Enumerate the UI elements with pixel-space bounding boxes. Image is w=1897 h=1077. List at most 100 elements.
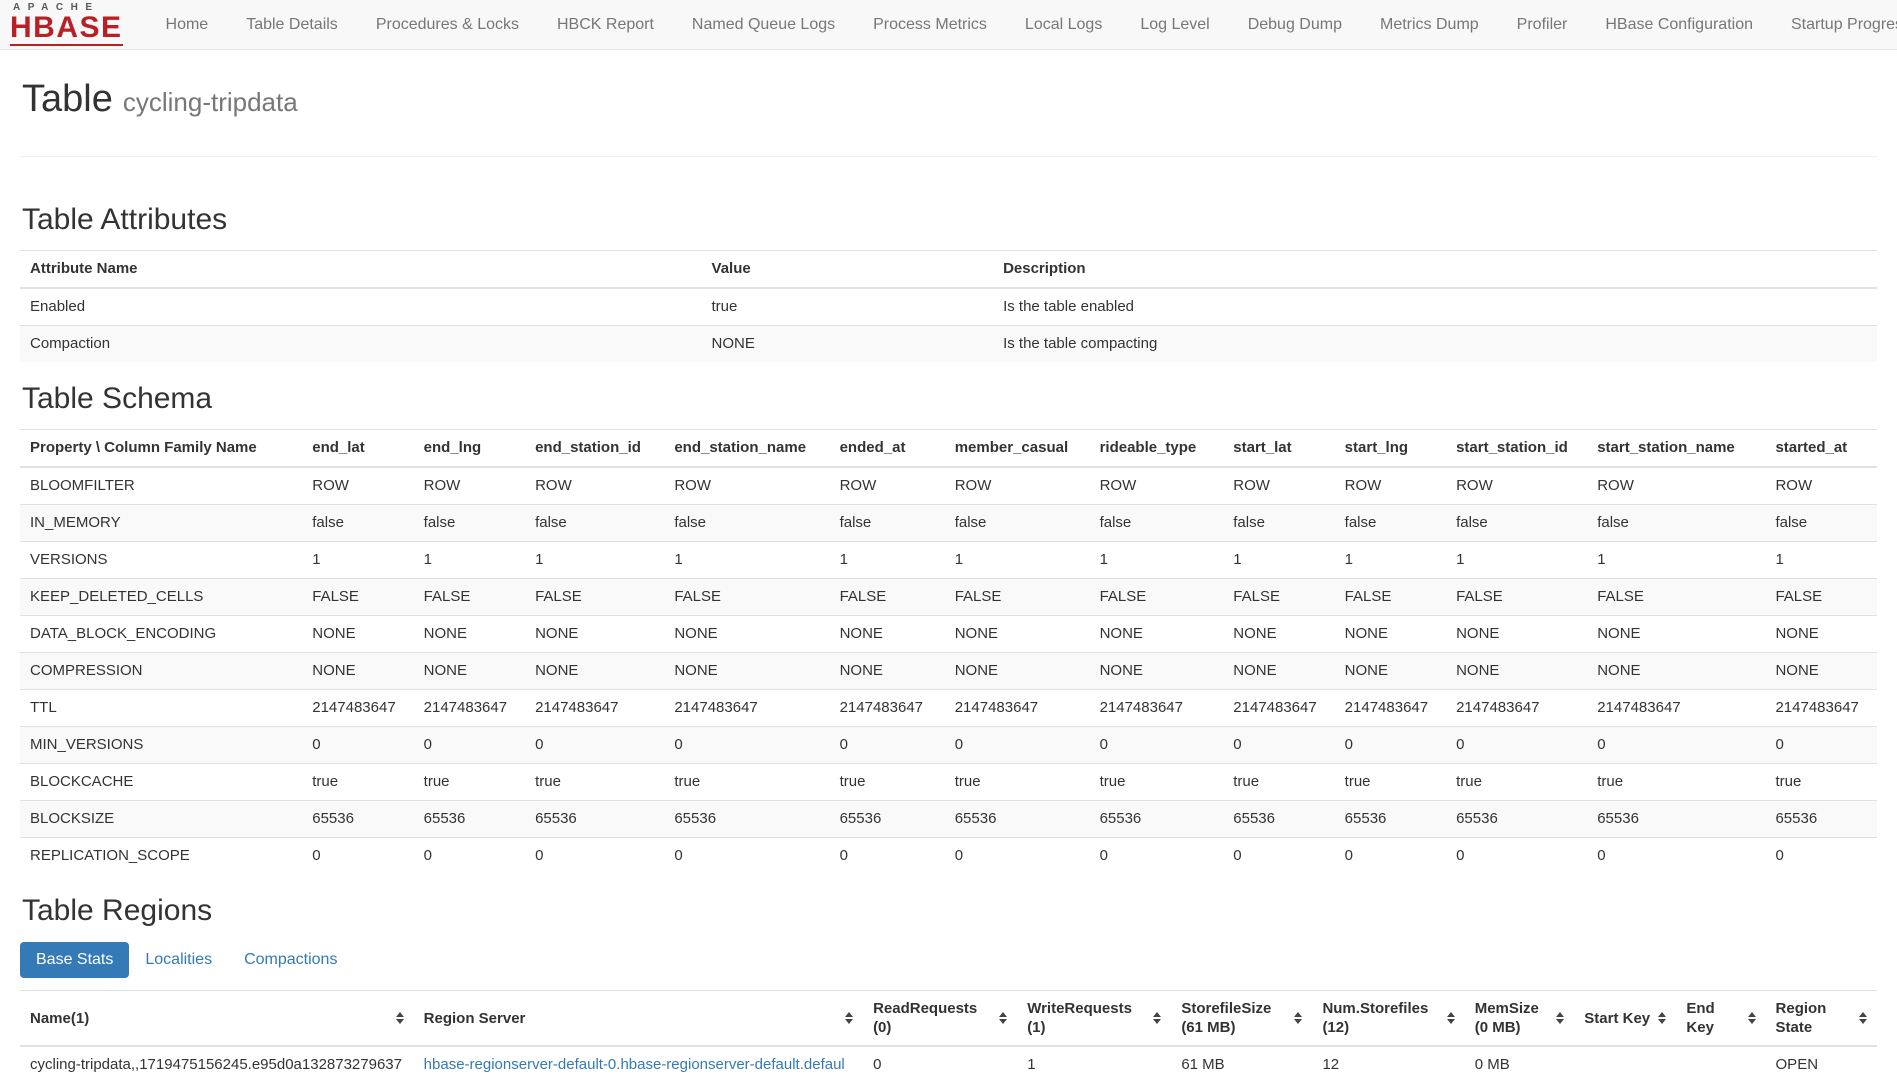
nav-item-table-details[interactable]: Table Details	[227, 0, 357, 49]
schema-value-member-casual: true	[945, 764, 1090, 801]
tab-localities[interactable]: Localities	[129, 942, 228, 978]
regions-col-label: Start Key	[1584, 1009, 1650, 1028]
region-server-link[interactable]: hbase-regionserver-default-0.hbase-regio…	[424, 1056, 845, 1077]
table-row: TTL2147483647214748364721474836472147483…	[20, 690, 1877, 727]
schema-value-end-lng: 1	[414, 542, 525, 579]
nav-menu: HomeTable DetailsProcedures & LocksHBCK …	[147, 0, 1897, 49]
attribute-cell-value: NONE	[702, 326, 994, 363]
regions-col-wrap: Start Key	[1584, 999, 1666, 1037]
schema-value-started-at: ROW	[1765, 467, 1877, 505]
schema-value-start-station-name: 1	[1587, 542, 1765, 579]
sort-icon[interactable]	[845, 1012, 853, 1024]
schema-value-end-lat: FALSE	[302, 579, 413, 616]
schema-property-name: KEEP_DELETED_CELLS	[20, 579, 302, 616]
nav-item-log-level[interactable]: Log Level	[1121, 0, 1228, 49]
regions-col-wrap: Region State	[1776, 999, 1867, 1037]
nav-item-hbase-configuration[interactable]: HBase Configuration	[1586, 0, 1772, 49]
tab-compactions[interactable]: Compactions	[228, 942, 353, 978]
regions-col-start-key: Start Key	[1574, 991, 1676, 1047]
nav-item-profiler[interactable]: Profiler	[1498, 0, 1587, 49]
nav-item-debug-dump[interactable]: Debug Dump	[1229, 0, 1361, 49]
write-requests-cell: 1	[1017, 1046, 1171, 1077]
schema-value-start-station-id: NONE	[1446, 653, 1587, 690]
nav-item-local-logs[interactable]: Local Logs	[1006, 0, 1121, 49]
schema-value-start-station-id: FALSE	[1446, 579, 1587, 616]
schema-value-end-lat: true	[302, 764, 413, 801]
nav-item-process-metrics[interactable]: Process Metrics	[854, 0, 1006, 49]
sort-icon[interactable]	[1447, 1012, 1455, 1024]
schema-value-ended-at: 0	[830, 727, 945, 764]
num-storefiles-cell: 12	[1312, 1046, 1464, 1077]
schema-value-start-lng: 2147483647	[1335, 690, 1446, 727]
regions-col-label: ReadRequests (0)	[873, 999, 995, 1037]
schema-value-member-casual: 65536	[945, 801, 1090, 838]
attribute-cell-value: true	[702, 288, 994, 326]
sort-icon[interactable]	[1556, 1012, 1564, 1024]
nav-item-metrics-dump[interactable]: Metrics Dump	[1361, 0, 1498, 49]
logo-underline	[10, 44, 123, 46]
schema-family-end-lng: end_lng	[414, 430, 525, 468]
schema-value-end-lng: 0	[414, 727, 525, 764]
schema-table: Property \ Column Family Nameend_latend_…	[20, 429, 1877, 874]
schema-value-end-station-name: ROW	[664, 467, 829, 505]
nav-item-home[interactable]: Home	[147, 0, 228, 49]
schema-value-rideable-type: 65536	[1090, 801, 1224, 838]
regions-heading: Table Regions	[22, 894, 1877, 928]
schema-value-ended-at: NONE	[830, 653, 945, 690]
schema-value-start-lat: 65536	[1223, 801, 1334, 838]
schema-value-end-station-id: 0	[525, 838, 664, 875]
nav-item-startup-progress[interactable]: Startup Progress	[1772, 0, 1897, 49]
regions-col-region-server: Region Server	[414, 991, 863, 1047]
schema-value-end-lng: 2147483647	[414, 690, 525, 727]
schema-value-started-at: NONE	[1765, 653, 1877, 690]
schema-value-start-lng: 65536	[1335, 801, 1446, 838]
schema-property-name: COMPRESSION	[20, 653, 302, 690]
sort-down-arrow	[845, 1019, 853, 1024]
schema-value-end-station-id: 0	[525, 727, 664, 764]
schema-value-start-lng: 1	[1335, 542, 1446, 579]
sort-icon[interactable]	[1153, 1012, 1161, 1024]
schema-family-end-lat: end_lat	[302, 430, 413, 468]
nav-item-named-queue-logs[interactable]: Named Queue Logs	[673, 0, 854, 49]
schema-family-start-station-id: start_station_id	[1446, 430, 1587, 468]
sort-icon[interactable]	[1658, 1012, 1666, 1024]
regions-col-wrap: Num.Storefiles (12)	[1322, 999, 1454, 1037]
regions-col-label: MemSize (0 MB)	[1475, 999, 1553, 1037]
schema-value-start-station-id: ROW	[1446, 467, 1587, 505]
schema-value-start-station-id: NONE	[1446, 616, 1587, 653]
schema-value-end-lng: 65536	[414, 801, 525, 838]
schema-family-start-lng: start_lng	[1335, 430, 1446, 468]
schema-value-started-at: NONE	[1765, 616, 1877, 653]
page-title: Tablecycling-tripdata	[22, 76, 1877, 125]
schema-value-end-lng: ROW	[414, 467, 525, 505]
schema-value-start-station-id: 2147483647	[1446, 690, 1587, 727]
schema-value-end-station-name: 65536	[664, 801, 829, 838]
schema-value-end-station-name: false	[664, 505, 829, 542]
table-row: MIN_VERSIONS000000000000	[20, 727, 1877, 764]
schema-value-end-station-id: true	[525, 764, 664, 801]
schema-value-end-lat: 0	[302, 727, 413, 764]
schema-value-start-lat: 2147483647	[1223, 690, 1334, 727]
sort-icon[interactable]	[1748, 1012, 1756, 1024]
schema-value-end-lng: true	[414, 764, 525, 801]
sort-icon[interactable]	[1294, 1012, 1302, 1024]
sort-icon[interactable]	[1859, 1012, 1867, 1024]
sort-icon[interactable]	[396, 1012, 404, 1024]
regions-col-wrap: MemSize (0 MB)	[1475, 999, 1565, 1037]
schema-value-start-station-name: NONE	[1587, 616, 1765, 653]
schema-value-end-station-name: NONE	[664, 653, 829, 690]
tab-base-stats[interactable]: Base Stats	[20, 942, 129, 978]
schema-property-name: VERSIONS	[20, 542, 302, 579]
schema-value-member-casual: NONE	[945, 616, 1090, 653]
sort-icon[interactable]	[999, 1012, 1007, 1024]
schema-family-ended-at: ended_at	[830, 430, 945, 468]
schema-family-end-station-name: end_station_name	[664, 430, 829, 468]
mem-size-cell: 0 MB	[1465, 1046, 1575, 1077]
nav-item-procedures-locks[interactable]: Procedures & Locks	[357, 0, 538, 49]
region-tabs: Base StatsLocalitiesCompactions	[20, 942, 1877, 978]
table-row: cycling-tripdata,,1719475156245.e95d0a13…	[20, 1046, 1877, 1077]
hbase-logo[interactable]: APACHE HBASE	[10, 2, 123, 48]
schema-value-start-station-name: 2147483647	[1587, 690, 1765, 727]
regions-col-region-state: Region State	[1766, 991, 1877, 1047]
nav-item-hbck-report[interactable]: HBCK Report	[538, 0, 673, 49]
